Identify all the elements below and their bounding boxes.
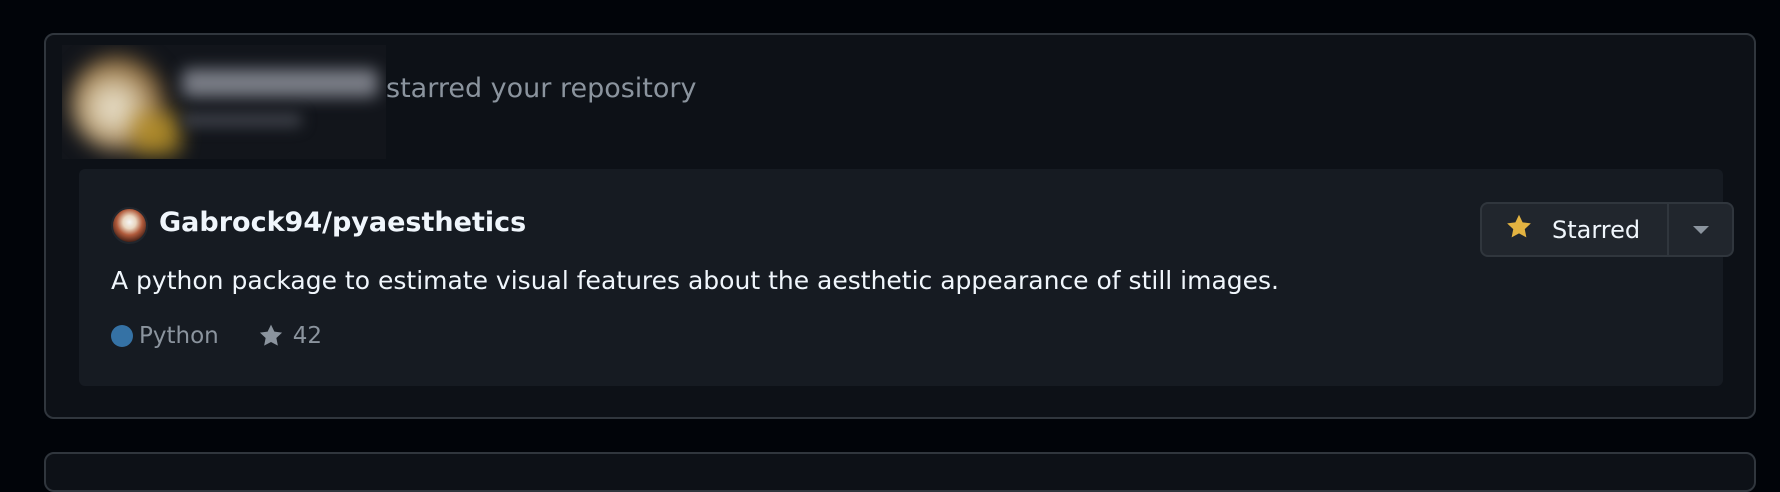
repo-card: Gabrock94/pyaesthetics A python package …	[79, 169, 1734, 386]
repo-name-link[interactable]: Gabrock94/pyaesthetics	[159, 205, 526, 240]
repo-meta: Python 42	[111, 321, 322, 351]
action-text: starred your repository	[386, 73, 697, 104]
unstar-button[interactable]: Starred	[1482, 204, 1669, 255]
repo-description: A python package to estimate visual feat…	[111, 266, 1280, 295]
repo-stargazers-link[interactable]: 42	[257, 322, 322, 350]
activity-feed-item: starred your repository Gabrock94/pyaest…	[44, 33, 1756, 419]
actor-badge	[134, 113, 180, 155]
star-button-group: Starred	[1480, 202, 1734, 257]
actor-subtext	[182, 113, 302, 127]
repo-language: Python	[139, 323, 219, 349]
chevron-down-icon	[1692, 220, 1710, 239]
actor-name[interactable]	[182, 69, 378, 97]
next-feed-item	[44, 452, 1756, 492]
star-icon	[257, 322, 285, 350]
star-filled-icon	[1504, 212, 1534, 248]
star-list-dropdown[interactable]	[1669, 204, 1732, 255]
starred-label: Starred	[1552, 215, 1641, 244]
owner-avatar[interactable]	[111, 207, 148, 244]
language-color-dot	[111, 325, 133, 347]
star-count: 42	[292, 323, 323, 349]
actor-blurred[interactable]	[62, 45, 386, 159]
